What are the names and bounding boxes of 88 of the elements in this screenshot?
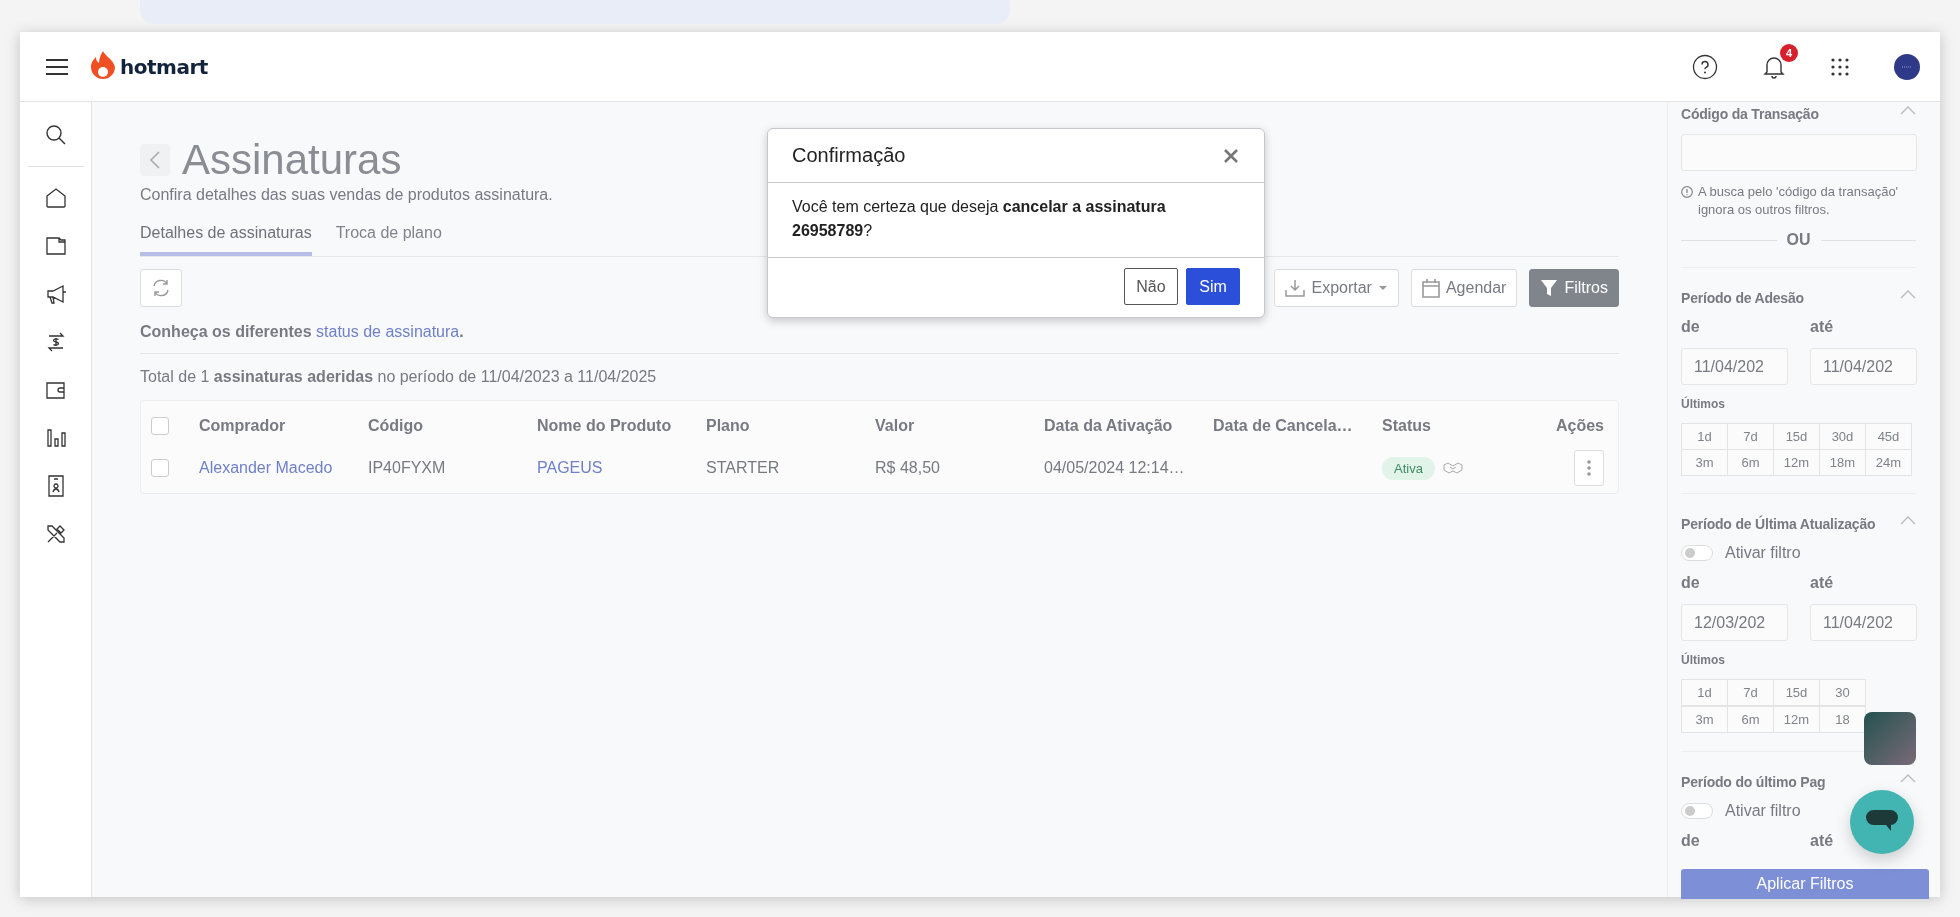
- quick-range-option[interactable]: 3m: [1681, 706, 1728, 733]
- quick-range-option[interactable]: 7d: [1727, 679, 1774, 706]
- photo-placeholder[interactable]: [1864, 712, 1916, 765]
- dialog-title: Confirmação: [792, 144, 906, 167]
- table-cell-text: R$ 48,50: [875, 459, 941, 477]
- date-field[interactable]: 11/04/202: [1681, 348, 1788, 385]
- date-field[interactable]: 11/04/202: [1810, 604, 1917, 641]
- apps-grid-icon[interactable]: [1830, 56, 1850, 77]
- quick-range-option[interactable]: 12m: [1773, 706, 1820, 733]
- help-icon[interactable]: [1692, 53, 1718, 80]
- field-label: até: [1810, 574, 1835, 592]
- quick-range-label: Últimos: [1681, 397, 1726, 411]
- filter-icon: [1540, 279, 1559, 297]
- column-header: Ações: [1555, 417, 1604, 435]
- page-subtitle: Confira detalhes das suas vendas de produtos assinatura.: [140, 186, 554, 204]
- quick-range-option[interactable]: 1d: [1681, 679, 1728, 706]
- quick-range-option[interactable]: 15d: [1773, 679, 1820, 706]
- summary-text: Total de 1 assinaturas aderidas no período de 11/04/2023 a 11/04/2025: [140, 368, 658, 386]
- confirm-button[interactable]: Sim: [1186, 268, 1240, 305]
- status-badge: Ativa: [1382, 456, 1435, 480]
- wallet-icon[interactable]: [44, 379, 67, 401]
- filter-section-title: Período do último Pag: [1681, 774, 1826, 790]
- info-icon: [1681, 186, 1693, 198]
- cancel-button[interactable]: Não: [1124, 268, 1178, 305]
- calendar-icon: [1421, 278, 1440, 298]
- quick-range-option[interactable]: 30: [1819, 679, 1866, 706]
- field-label: até: [1810, 318, 1835, 336]
- field-label: de: [1681, 574, 1701, 592]
- filter-toggle[interactable]: [1681, 545, 1713, 561]
- tab[interactable]: Troca de plano: [335, 220, 442, 256]
- tools-icon[interactable]: [44, 523, 67, 545]
- field-label: de: [1681, 318, 1701, 336]
- column-header: Status: [1382, 417, 1432, 435]
- status-info-text: Conheça os diferentes status de assinatura.: [140, 323, 465, 341]
- separator-text: OU: [1786, 231, 1811, 249]
- refresh-icon: [151, 278, 171, 298]
- download-icon: [1285, 279, 1306, 297]
- quick-range-option[interactable]: 6m: [1727, 706, 1774, 733]
- product-link[interactable]: PAGEUS: [537, 459, 603, 476]
- folder-icon[interactable]: [44, 235, 67, 257]
- date-field[interactable]: 11/04/202: [1810, 348, 1917, 385]
- bar-chart-icon[interactable]: [44, 427, 67, 449]
- toggle-label: Ativar filtro: [1725, 802, 1801, 820]
- column-header: Nome do Produto: [537, 417, 673, 435]
- caret-icon: [1377, 285, 1388, 291]
- home-icon[interactable]: [44, 187, 67, 209]
- schedule-button[interactable]: Agendar: [1410, 269, 1518, 307]
- select-all-checkbox[interactable]: [151, 417, 169, 435]
- column-header: Data de Cancela…: [1213, 417, 1354, 435]
- table-cell-text: STARTER: [706, 459, 781, 477]
- handshake-icon: [1442, 462, 1463, 474]
- page-title: Assinaturas: [182, 136, 402, 184]
- field-label: até: [1810, 832, 1835, 850]
- quick-range-option[interactable]: 18: [1819, 706, 1866, 733]
- toggle-label: Ativar filtro: [1725, 544, 1801, 562]
- dialog-message: Você tem certeza que deseja cancelar a assinatura 26958789?: [768, 183, 1264, 258]
- quick-range-option[interactable]: 3m: [1681, 449, 1728, 476]
- megaphone-icon[interactable]: [44, 283, 67, 305]
- filter-button[interactable]: Filtros: [1529, 269, 1619, 307]
- filter-section-title: Período de Adesão: [1681, 290, 1804, 306]
- logo-text[interactable]: hotmart: [120, 54, 208, 79]
- column-header: Valor: [875, 417, 916, 435]
- table-cell-text: 04/05/2024 12:14…: [1044, 459, 1186, 477]
- status-link[interactable]: status de assinatura: [316, 323, 460, 340]
- buyer-link[interactable]: Alexander Macedo: [199, 459, 333, 476]
- more-vertical-icon: [1587, 460, 1591, 476]
- close-icon[interactable]: [1222, 146, 1240, 165]
- export-dropdown[interactable]: Exportar: [1274, 269, 1399, 307]
- quick-range-option[interactable]: 45d: [1865, 423, 1912, 450]
- filter-section-title: Código da Transação: [1681, 106, 1819, 122]
- field-label: de: [1681, 832, 1701, 850]
- search-icon[interactable]: [44, 124, 67, 146]
- quick-range-option[interactable]: 24m: [1865, 449, 1912, 476]
- date-field[interactable]: 12/03/202: [1681, 604, 1788, 641]
- row-checkbox[interactable]: [151, 459, 169, 477]
- quick-range-label: Últimos: [1681, 653, 1726, 667]
- column-header: Data da Ativação: [1044, 417, 1174, 435]
- column-header: Comprador: [199, 417, 287, 435]
- tab[interactable]: Detalhes de assinaturas: [140, 220, 312, 256]
- hint-text: A busca pelo 'código da transação' ignora os outros filtros.: [1698, 183, 1900, 219]
- filter-section-title: Período de Última Atualização: [1681, 516, 1876, 532]
- apply-filters-button[interactable]: Aplicar Filtros: [1681, 869, 1929, 899]
- column-header: Código: [368, 417, 425, 435]
- filter-toggle[interactable]: [1681, 803, 1713, 819]
- table-cell-text: IP40FYXM: [368, 459, 447, 477]
- notification-badge: 4: [1780, 43, 1798, 62]
- avatar-icon[interactable]: [1894, 53, 1920, 80]
- column-header: Plano: [706, 417, 751, 435]
